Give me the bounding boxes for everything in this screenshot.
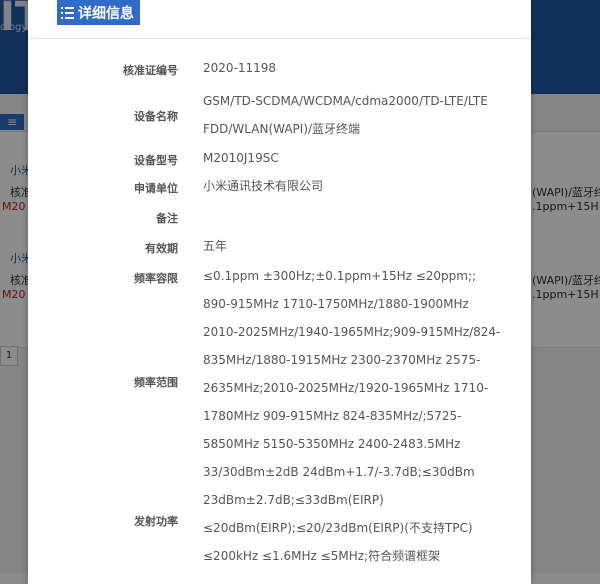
field-label: 核准证编号	[123, 64, 178, 77]
field-label: 有效期	[145, 242, 178, 255]
value-line: 835MHz/1880-1915MHz 2300-2370MHz 2575-	[203, 353, 481, 367]
field-label: 频率容限	[134, 272, 178, 285]
field-value: 33/30dBm±2dB 24dBm+1.7/-3.7dB;≤30dBm 23d…	[203, 458, 503, 570]
field-label: 设备型号	[134, 154, 178, 167]
dialog-title-text: 详细信息	[78, 5, 134, 22]
dialog-header: 详细信息	[28, 0, 531, 39]
value-line: 2010-2025MHz/1940-1965MHz;909-915MHz/824…	[203, 325, 501, 339]
field-value: 小米通讯技术有限公司	[203, 179, 324, 193]
value-line: FDD/WLAN(WAPI)/蓝牙终端	[203, 122, 361, 136]
value-line: 33/30dBm±2dB 24dBm+1.7/-3.7dB;≤30dBm	[203, 465, 475, 479]
dialog-title: 详细信息	[57, 0, 140, 25]
value-line: 890-915MHz 1710-1750MHz/1880-1900MHz	[203, 297, 469, 311]
field-label: 发射功率	[134, 515, 178, 528]
value-line: ≤200kHz ≤1.6MHz ≤5MHz;符合频谱框架	[203, 549, 441, 563]
value-line: GSM/TD-SCDMA/WCDMA/cdma2000/TD-LTE/LTE	[203, 94, 488, 108]
value-line: ≤20dBm(EIRP);≤20/23dBm(EIRP)(不支持TPC)	[203, 521, 473, 535]
value-line: 23dBm±2.7dB;≤33dBm(EIRP)	[203, 493, 384, 507]
field-value: GSM/TD-SCDMA/WCDMA/cdma2000/TD-LTE/LTE F…	[203, 87, 503, 143]
field-value: 五年	[203, 239, 228, 253]
field-label: 申请单位	[134, 182, 178, 195]
field-value: M2010J19SC	[203, 151, 279, 165]
field-value: 890-915MHz 1710-1750MHz/1880-1900MHz 201…	[203, 290, 503, 458]
value-line: 2635MHz;2010-2025MHz/1920-1965MHz 1710-	[203, 381, 489, 395]
field-label: 备注	[156, 212, 178, 225]
field-value: 2020-11198	[203, 61, 277, 75]
value-line: 5850MHz 5150-5350MHz 2400-2483.5MHz	[203, 437, 461, 451]
field-label: 频率范围	[134, 376, 178, 389]
field-label: 设备名称	[134, 110, 178, 123]
list-icon	[61, 6, 74, 19]
field-value: ≤0.1ppm ±300Hz;±0.1ppm+15Hz ≤20ppm;;	[203, 269, 477, 283]
value-line: 1780MHz 909-915MHz 824-835MHz/;5725-	[203, 409, 462, 423]
detail-dialog: 详细信息 核准证编号 2020-11198 设备名称 GSM/TD-SCDMA/…	[28, 0, 531, 584]
